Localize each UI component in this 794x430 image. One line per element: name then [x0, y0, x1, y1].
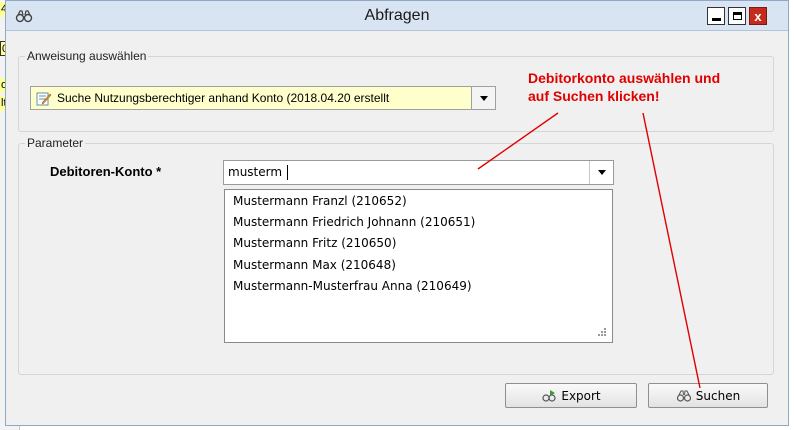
option-item[interactable]: Mustermann Fritz (210650) [233, 233, 396, 253]
maximize-button[interactable] [728, 7, 746, 25]
title-bar[interactable]: Abfragen x [6, 1, 788, 31]
export-icon [542, 389, 556, 402]
search-button[interactable]: Suchen [648, 383, 768, 408]
minimize-icon [711, 17, 721, 21]
statement-dropdown-button[interactable] [471, 87, 495, 109]
text-caret [287, 165, 288, 180]
debitor-account-label: Debitoren-Konto * [50, 164, 162, 179]
binoculars-icon [676, 390, 691, 402]
export-button-label: Export [561, 388, 601, 403]
annotation-line: auf Suchen klicken! [528, 88, 660, 104]
statement-group-label: Anweisung auswählen [25, 49, 149, 63]
option-item[interactable]: Mustermann-Musterfrau Anna (210649) [233, 276, 472, 296]
debitor-account-dropdown-button[interactable] [589, 161, 613, 184]
export-button[interactable]: Export [505, 383, 637, 408]
statement-select[interactable]: Suche Nutzungsberechtiger anhand Konto (… [30, 86, 496, 110]
search-button-label: Suchen [695, 388, 741, 403]
statement-select-value: Suche Nutzungsberechtiger anhand Konto (… [57, 91, 390, 105]
option-item[interactable]: Mustermann Max (210648) [233, 255, 396, 275]
option-item[interactable]: Mustermann Franzl (210652) [233, 191, 407, 211]
close-button[interactable]: x [749, 7, 767, 25]
window-title: Abfragen [364, 7, 430, 24]
maximize-icon [732, 12, 742, 20]
resize-grip-icon[interactable] [597, 327, 607, 337]
minimize-button[interactable] [707, 7, 725, 25]
chevron-down-icon [597, 170, 606, 175]
close-icon: x [754, 8, 762, 24]
chevron-down-icon [479, 95, 488, 101]
query-edit-icon [36, 92, 52, 106]
option-item[interactable]: Mustermann Friedrich Johnann (210651) [233, 212, 475, 232]
parameter-group-label: Parameter [25, 136, 86, 150]
debitor-account-input[interactable] [228, 161, 588, 184]
instruction-annotation: Debitorkonto auswählen und auf Suchen kl… [528, 69, 790, 105]
debitor-account-options: Mustermann Franzl (210652) Mustermann Fr… [224, 189, 613, 343]
debitor-account-combo[interactable] [223, 160, 614, 185]
annotation-line: Debitorkonto auswählen und [528, 70, 721, 86]
